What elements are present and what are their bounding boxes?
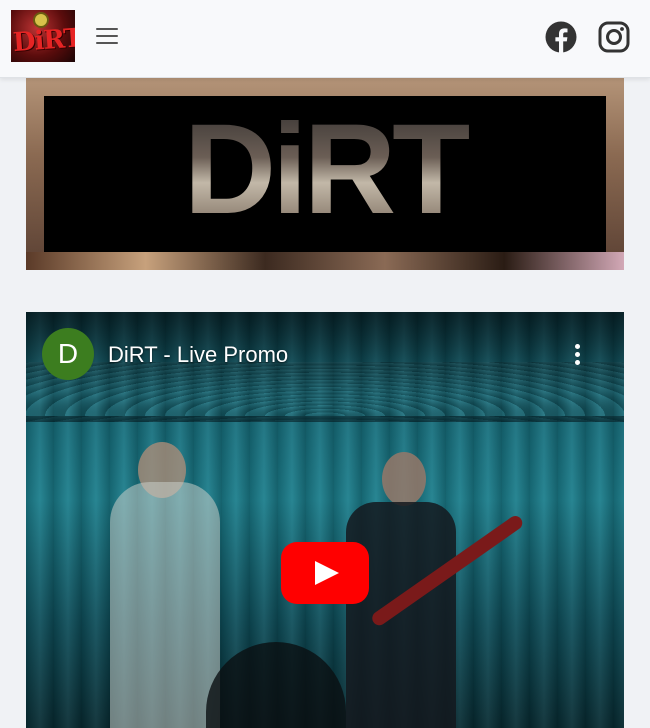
singer-figure	[110, 482, 220, 728]
instagram-icon[interactable]	[598, 21, 630, 53]
logo-text: DiRT	[12, 23, 75, 59]
band-logo[interactable]: DiRT	[11, 10, 75, 62]
play-icon	[315, 561, 339, 585]
hero-wordmark-box: DiRT	[44, 96, 606, 252]
bassist-head	[382, 452, 426, 506]
hero-wordmark: DiRT	[44, 106, 606, 234]
youtube-play-button[interactable]	[281, 542, 369, 604]
bassist-figure	[346, 502, 456, 728]
youtube-embed[interactable]: D DiRT - Live Promo	[26, 312, 624, 728]
video-title[interactable]: DiRT - Live Promo	[108, 342, 288, 368]
hero-banner: DiRT	[26, 78, 624, 270]
channel-avatar[interactable]: D	[42, 328, 94, 380]
facebook-icon[interactable]	[545, 21, 577, 53]
top-navbar: DiRT	[0, 0, 650, 78]
more-vertical-icon[interactable]	[572, 344, 582, 368]
hamburger-menu-icon[interactable]	[96, 28, 118, 46]
hero-photo-strip	[26, 252, 624, 270]
